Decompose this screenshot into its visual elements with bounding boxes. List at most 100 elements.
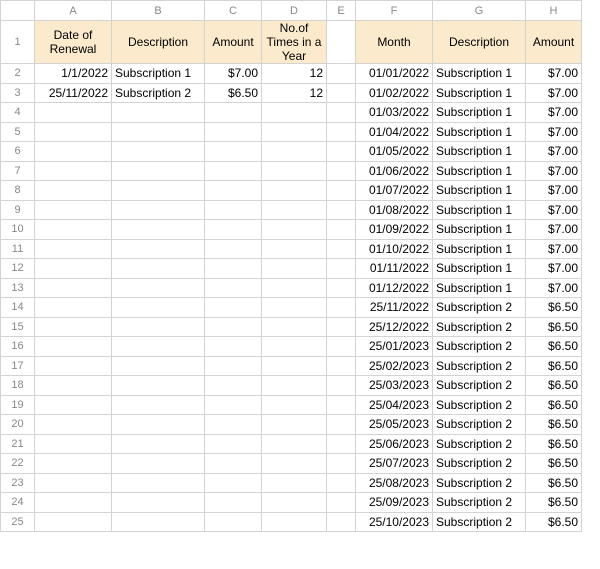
cell-H5[interactable]: $7.00 xyxy=(526,122,582,142)
cell-E21[interactable] xyxy=(327,434,356,454)
cell-F13[interactable]: 01/12/2022 xyxy=(356,278,433,298)
cell-D21[interactable] xyxy=(262,434,327,454)
cell-H1[interactable]: Amount xyxy=(526,21,582,64)
cell-B22[interactable] xyxy=(112,454,205,474)
cell-E11[interactable] xyxy=(327,239,356,259)
cell-A4[interactable] xyxy=(35,103,112,123)
cell-F12[interactable]: 01/11/2022 xyxy=(356,259,433,279)
cell-D3[interactable]: 12 xyxy=(262,83,327,103)
cell-A25[interactable] xyxy=(35,512,112,532)
cell-G5[interactable]: Subscription 1 xyxy=(433,122,526,142)
cell-E20[interactable] xyxy=(327,415,356,435)
cell-G24[interactable]: Subscription 2 xyxy=(433,493,526,513)
cell-G20[interactable]: Subscription 2 xyxy=(433,415,526,435)
cell-H3[interactable]: $7.00 xyxy=(526,83,582,103)
cell-A17[interactable] xyxy=(35,356,112,376)
cell-B18[interactable] xyxy=(112,376,205,396)
cell-C17[interactable] xyxy=(205,356,262,376)
cell-F17[interactable]: 25/02/2023 xyxy=(356,356,433,376)
cell-F6[interactable]: 01/05/2022 xyxy=(356,142,433,162)
cell-E16[interactable] xyxy=(327,337,356,357)
cell-E22[interactable] xyxy=(327,454,356,474)
col-header-G[interactable]: G xyxy=(433,1,526,21)
cell-B14[interactable] xyxy=(112,298,205,318)
cell-B15[interactable] xyxy=(112,317,205,337)
cell-G12[interactable]: Subscription 1 xyxy=(433,259,526,279)
row-header[interactable]: 15 xyxy=(1,317,35,337)
cell-A20[interactable] xyxy=(35,415,112,435)
cell-B2[interactable]: Subscription 1 xyxy=(112,64,205,84)
cell-B6[interactable] xyxy=(112,142,205,162)
cell-E12[interactable] xyxy=(327,259,356,279)
cell-C18[interactable] xyxy=(205,376,262,396)
cell-H22[interactable]: $6.50 xyxy=(526,454,582,474)
col-header-A[interactable]: A xyxy=(35,1,112,21)
cell-B8[interactable] xyxy=(112,181,205,201)
cell-D8[interactable] xyxy=(262,181,327,201)
cell-D16[interactable] xyxy=(262,337,327,357)
cell-D6[interactable] xyxy=(262,142,327,162)
cell-H25[interactable]: $6.50 xyxy=(526,512,582,532)
cell-A11[interactable] xyxy=(35,239,112,259)
cell-G13[interactable]: Subscription 1 xyxy=(433,278,526,298)
cell-B19[interactable] xyxy=(112,395,205,415)
cell-A1[interactable]: Date of Renewal xyxy=(35,21,112,64)
cell-F11[interactable]: 01/10/2022 xyxy=(356,239,433,259)
cell-C25[interactable] xyxy=(205,512,262,532)
cell-A2[interactable]: 1/1/2022 xyxy=(35,64,112,84)
col-header-D[interactable]: D xyxy=(262,1,327,21)
cell-C4[interactable] xyxy=(205,103,262,123)
cell-G16[interactable]: Subscription 2 xyxy=(433,337,526,357)
cell-D18[interactable] xyxy=(262,376,327,396)
cell-E1[interactable] xyxy=(327,21,356,64)
cell-H20[interactable]: $6.50 xyxy=(526,415,582,435)
cell-D12[interactable] xyxy=(262,259,327,279)
cell-H2[interactable]: $7.00 xyxy=(526,64,582,84)
row-header[interactable]: 21 xyxy=(1,434,35,454)
cell-B17[interactable] xyxy=(112,356,205,376)
cell-C9[interactable] xyxy=(205,200,262,220)
cell-C8[interactable] xyxy=(205,181,262,201)
cell-B9[interactable] xyxy=(112,200,205,220)
cell-F25[interactable]: 25/10/2023 xyxy=(356,512,433,532)
cell-A5[interactable] xyxy=(35,122,112,142)
cell-C13[interactable] xyxy=(205,278,262,298)
cell-A7[interactable] xyxy=(35,161,112,181)
row-header[interactable]: 10 xyxy=(1,220,35,240)
cell-D24[interactable] xyxy=(262,493,327,513)
cell-H23[interactable]: $6.50 xyxy=(526,473,582,493)
row-header[interactable]: 2 xyxy=(1,64,35,84)
cell-F9[interactable]: 01/08/2022 xyxy=(356,200,433,220)
cell-D11[interactable] xyxy=(262,239,327,259)
cell-F22[interactable]: 25/07/2023 xyxy=(356,454,433,474)
cell-D20[interactable] xyxy=(262,415,327,435)
cell-D14[interactable] xyxy=(262,298,327,318)
cell-D5[interactable] xyxy=(262,122,327,142)
cell-F16[interactable]: 25/01/2023 xyxy=(356,337,433,357)
cell-B12[interactable] xyxy=(112,259,205,279)
cell-F7[interactable]: 01/06/2022 xyxy=(356,161,433,181)
col-header-C[interactable]: C xyxy=(205,1,262,21)
cell-H6[interactable]: $7.00 xyxy=(526,142,582,162)
row-header[interactable]: 3 xyxy=(1,83,35,103)
cell-G10[interactable]: Subscription 1 xyxy=(433,220,526,240)
cell-E23[interactable] xyxy=(327,473,356,493)
col-header-B[interactable]: B xyxy=(112,1,205,21)
cell-C2[interactable]: $7.00 xyxy=(205,64,262,84)
cell-G7[interactable]: Subscription 1 xyxy=(433,161,526,181)
cell-B3[interactable]: Subscription 2 xyxy=(112,83,205,103)
cell-G4[interactable]: Subscription 1 xyxy=(433,103,526,123)
cell-H8[interactable]: $7.00 xyxy=(526,181,582,201)
cell-A22[interactable] xyxy=(35,454,112,474)
cell-C19[interactable] xyxy=(205,395,262,415)
cell-C16[interactable] xyxy=(205,337,262,357)
cell-F19[interactable]: 25/04/2023 xyxy=(356,395,433,415)
cell-A21[interactable] xyxy=(35,434,112,454)
cell-E9[interactable] xyxy=(327,200,356,220)
cell-D10[interactable] xyxy=(262,220,327,240)
cell-G21[interactable]: Subscription 2 xyxy=(433,434,526,454)
row-header[interactable]: 19 xyxy=(1,395,35,415)
cell-F3[interactable]: 01/02/2022 xyxy=(356,83,433,103)
cell-F20[interactable]: 25/05/2023 xyxy=(356,415,433,435)
cell-H16[interactable]: $6.50 xyxy=(526,337,582,357)
